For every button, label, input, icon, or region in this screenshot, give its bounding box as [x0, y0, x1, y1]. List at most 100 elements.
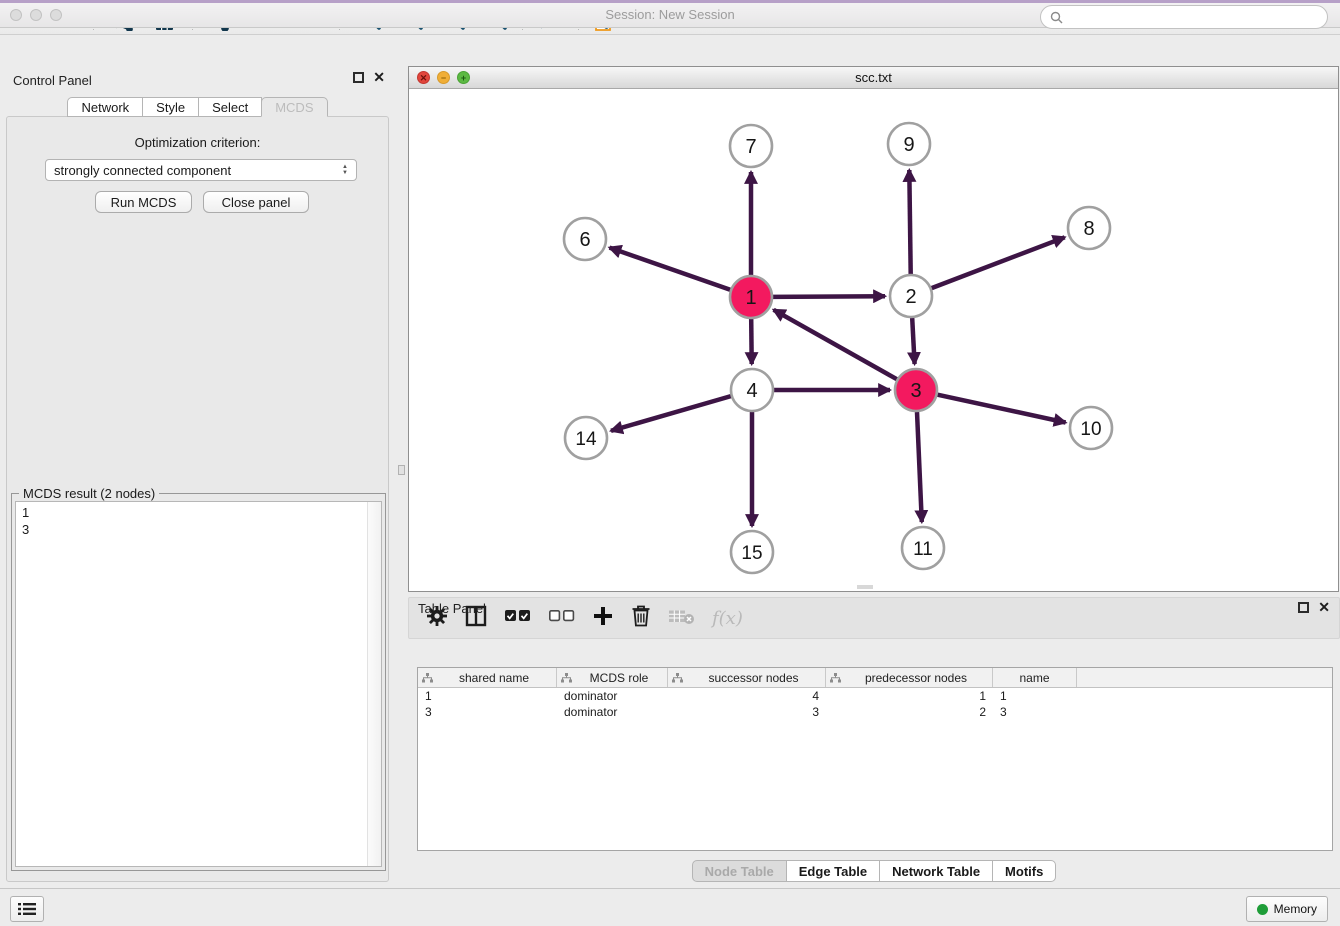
close-table-panel-icon[interactable]: ✕ — [1318, 601, 1330, 613]
memory-label: Memory — [1274, 902, 1317, 916]
status-bar: Memory — [0, 888, 1340, 926]
canvas-scrollbar[interactable] — [857, 585, 873, 589]
table-cell-successor-nodes[interactable]: 4 — [668, 689, 826, 703]
column-type-icon — [422, 673, 433, 683]
run-mcds-button[interactable]: Run MCDS — [95, 191, 192, 213]
graph-node-label: 1 — [745, 287, 756, 309]
network-window-title: scc.txt — [409, 70, 1338, 85]
control-panel-title: Control Panel — [13, 73, 92, 88]
graph-edge-2-9[interactable] — [909, 170, 910, 274]
column-type-icon — [561, 673, 572, 683]
network-view-window: ✕ − + scc.txt 1 2 3 4 6 7 8 9 10 11 14 15 — [408, 66, 1339, 592]
mcds-result-textarea[interactable]: 13 — [15, 501, 382, 867]
table-cell-name[interactable]: 1 — [993, 689, 1077, 703]
delete-row-icon[interactable] — [631, 604, 651, 633]
column-header-name[interactable]: name — [993, 668, 1077, 687]
graph-node-label: 6 — [579, 229, 590, 251]
table-toolbar: f(x) — [408, 597, 1340, 639]
table-cell-successor-nodes[interactable]: 3 — [668, 705, 826, 719]
dropdown-stepper-icon: ▲▼ — [342, 164, 348, 176]
table-cell-predecessor-nodes[interactable]: 1 — [826, 689, 993, 703]
tab-node-table[interactable]: Node Table — [692, 860, 787, 882]
table-header-row: shared nameMCDS rolesuccessor nodesprede… — [418, 668, 1332, 688]
memory-status-icon — [1257, 904, 1268, 915]
search-input[interactable] — [1069, 9, 1318, 25]
graph-edge-3-1[interactable] — [774, 310, 897, 379]
select-all-checkboxes-icon[interactable] — [504, 609, 531, 628]
column-type-icon — [672, 673, 683, 683]
optimization-criterion-label: Optimization criterion: — [7, 135, 388, 150]
column-type-icon — [830, 673, 841, 683]
graph-edge-4-14[interactable] — [611, 396, 731, 431]
network-window-titlebar[interactable]: ✕ − + scc.txt — [409, 67, 1338, 89]
table-panel: Table Panel ✕ f(x) shared nameMCDS roles… — [408, 597, 1340, 888]
graph-node-label: 8 — [1083, 218, 1094, 240]
criterion-dropdown[interactable]: strongly connected component ▲▼ — [45, 159, 357, 181]
tab-select[interactable]: Select — [198, 97, 262, 117]
graph-edge-1-4[interactable] — [751, 319, 752, 364]
graph-node-label: 7 — [745, 136, 756, 158]
criterion-dropdown-value: strongly connected component — [54, 163, 342, 178]
table-row[interactable]: 3dominator323 — [418, 704, 1332, 720]
node-table[interactable]: shared nameMCDS rolesuccessor nodesprede… — [417, 667, 1333, 851]
graph-node-label: 3 — [910, 380, 921, 402]
tab-mcds[interactable]: MCDS — [261, 97, 327, 117]
column-header-mcds-role[interactable]: MCDS role — [557, 668, 668, 687]
add-row-icon[interactable] — [592, 605, 614, 632]
graph-node-label: 2 — [905, 286, 916, 308]
search-box[interactable] — [1040, 5, 1328, 29]
graph-node-label: 15 — [741, 543, 762, 564]
graph-edge-3-10[interactable] — [938, 395, 1066, 423]
function-builder-icon[interactable]: f(x) — [712, 608, 743, 629]
graph-edge-2-8[interactable] — [932, 237, 1065, 288]
deselect-all-checkboxes-icon[interactable] — [548, 609, 575, 628]
float-panel-icon[interactable] — [353, 72, 364, 83]
table-cell-predecessor-nodes[interactable]: 2 — [826, 705, 993, 719]
table-cell-mcds-role[interactable]: dominator — [557, 705, 668, 719]
mcds-panel-body: Optimization criterion: strongly connect… — [6, 116, 389, 882]
column-header-successor-nodes[interactable]: successor nodes — [668, 668, 826, 687]
graph-node-label: 4 — [746, 380, 757, 402]
graph-edge-1-2[interactable] — [773, 296, 885, 297]
control-panel-tabs: NetworkStyleSelectMCDS — [0, 97, 395, 117]
graph-edge-2-3[interactable] — [912, 318, 914, 364]
mcds-result-title: MCDS result (2 nodes) — [19, 486, 159, 501]
graph-node-label: 14 — [575, 429, 597, 450]
table-panel-title: Table Panel — [418, 601, 486, 616]
panel-divider[interactable] — [395, 62, 408, 888]
close-panel-icon[interactable]: ✕ — [373, 71, 385, 83]
delete-table-icon[interactable] — [668, 607, 695, 630]
graph-edge-3-11[interactable] — [917, 412, 922, 522]
table-cell-shared-name[interactable]: 3 — [418, 705, 557, 719]
table-cell-name[interactable]: 3 — [993, 705, 1077, 719]
control-panel: Control Panel ✕ NetworkStyleSelectMCDS O… — [0, 62, 395, 888]
tab-network-table[interactable]: Network Table — [879, 860, 993, 882]
tab-edge-table[interactable]: Edge Table — [786, 860, 880, 882]
titlebar-accent-strip — [0, 0, 1340, 3]
close-panel-button[interactable]: Close panel — [203, 191, 309, 213]
table-tabs: Node TableEdge TableNetwork TableMotifs — [408, 852, 1340, 882]
column-header-shared-name[interactable]: shared name — [418, 668, 557, 687]
float-table-panel-icon[interactable] — [1298, 602, 1309, 613]
table-cell-shared-name[interactable]: 1 — [418, 689, 557, 703]
tab-motifs[interactable]: Motifs — [992, 860, 1056, 882]
search-icon — [1050, 11, 1063, 24]
column-header-predecessor-nodes[interactable]: predecessor nodes — [826, 668, 993, 687]
table-cell-mcds-role[interactable]: dominator — [557, 689, 668, 703]
result-scrollbar[interactable] — [367, 502, 381, 866]
divider-handle[interactable] — [398, 465, 405, 475]
graph-node-label: 9 — [903, 134, 914, 156]
tab-style[interactable]: Style — [142, 97, 199, 117]
mcds-result-group: MCDS result (2 nodes) 13 — [11, 493, 386, 871]
graph-node-label: 11 — [913, 539, 933, 560]
table-row[interactable]: 1dominator411 — [418, 688, 1332, 704]
list-icon — [18, 902, 36, 916]
tab-network[interactable]: Network — [67, 97, 143, 117]
graph-node-label: 10 — [1080, 419, 1101, 440]
memory-button[interactable]: Memory — [1246, 896, 1328, 922]
task-history-button[interactable] — [10, 896, 44, 922]
graph-edge-1-6[interactable] — [610, 248, 731, 290]
mcds-result-line: 3 — [22, 521, 375, 538]
network-canvas[interactable]: 1 2 3 4 6 7 8 9 10 11 14 15 — [409, 88, 1338, 591]
mcds-result-line: 1 — [22, 504, 375, 521]
